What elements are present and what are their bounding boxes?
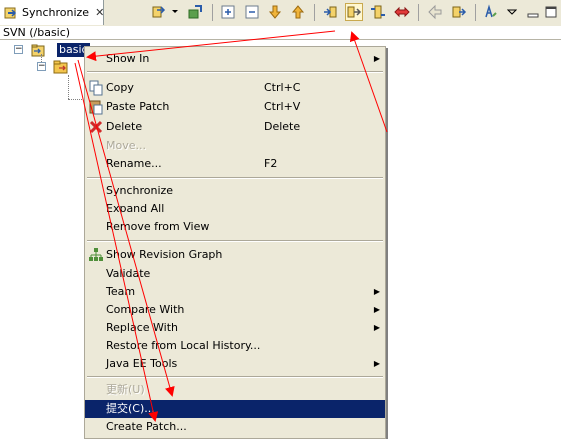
- submenu-arrow-icon: ▶: [373, 359, 380, 368]
- divider: [0, 39, 561, 40]
- menu-item-move: Move...: [106, 139, 146, 152]
- menu-separator: [87, 177, 383, 179]
- tab-label: Synchronize: [22, 6, 90, 19]
- forward-icon[interactable]: [451, 4, 467, 20]
- toolbar-separator: [212, 4, 213, 21]
- synchronize-icon: [4, 6, 18, 20]
- repository-path-label: SVN (/basic): [0, 26, 561, 40]
- next-change-icon[interactable]: [267, 4, 283, 20]
- minimize-icon[interactable]: [525, 4, 541, 20]
- menu-item-create-patch[interactable]: Create Patch...: [85, 418, 385, 436]
- outgoing-mode-icon[interactable]: [345, 3, 363, 21]
- toolbar-separator: [314, 4, 315, 21]
- expand-all-icon[interactable]: [220, 4, 236, 20]
- project-outgoing-icon: [30, 42, 46, 58]
- back-icon[interactable]: [427, 4, 443, 20]
- menu-item-remove-from-view[interactable]: Remove from View: [85, 218, 385, 236]
- folder-outgoing-icon: [53, 59, 69, 75]
- pin-icon[interactable]: [187, 4, 203, 20]
- menu-item-update: 更新(U): [106, 383, 145, 396]
- submenu-arrow-icon: ▶: [373, 54, 380, 63]
- delete-icon: [88, 119, 104, 135]
- tree-guide: [68, 99, 82, 100]
- close-icon[interactable]: ✕: [95, 6, 104, 19]
- conflicts-mode-icon[interactable]: [394, 4, 410, 20]
- collapse-toggle-icon[interactable]: −: [37, 62, 46, 71]
- menu-separator: [87, 71, 383, 73]
- show-annotations-icon[interactable]: [483, 4, 499, 20]
- menu-item-commit[interactable]: 提交(C)...: [85, 400, 385, 418]
- menu-item-restore-from-local-history[interactable]: Restore from Local History...: [85, 337, 385, 355]
- submenu-arrow-icon: ▶: [373, 323, 380, 332]
- collapse-all-icon[interactable]: [244, 4, 260, 20]
- context-menu: Show In ▶ Copy Ctrl+C Paste Patch Ctrl+V…: [84, 46, 386, 439]
- previous-change-icon[interactable]: [290, 4, 306, 20]
- menu-item-copy[interactable]: Copy Ctrl+C: [85, 79, 385, 97]
- tab-synchronize[interactable]: Synchronize ✕: [0, 0, 104, 25]
- chevron-down-icon[interactable]: [170, 4, 179, 20]
- menu-separator: [87, 376, 383, 378]
- submenu-arrow-icon: ▶: [373, 287, 380, 296]
- synchronize-dropdown-icon[interactable]: [151, 4, 167, 20]
- menu-item-validate[interactable]: Validate: [85, 265, 385, 283]
- submenu-arrow-icon: ▶: [373, 305, 380, 314]
- paste-icon: [88, 99, 104, 115]
- menu-item-team[interactable]: Team ▶: [85, 283, 385, 301]
- menu-item-show-revision-graph[interactable]: Show Revision Graph: [85, 246, 385, 264]
- copy-icon: [88, 80, 104, 96]
- revision-graph-icon: [88, 247, 104, 263]
- view-menu-icon[interactable]: [506, 4, 518, 20]
- menu-item-compare-with[interactable]: Compare With ▶: [85, 301, 385, 319]
- menu-item-delete[interactable]: Delete Delete: [85, 118, 385, 136]
- menu-item-rename[interactable]: Rename... F2: [85, 155, 385, 173]
- tree-guide: [68, 75, 69, 99]
- menu-item-java-ee-tools[interactable]: Java EE Tools ▶: [85, 355, 385, 373]
- collapse-toggle-icon[interactable]: −: [14, 45, 23, 54]
- view-toolbar: Synchronize ✕: [0, 0, 561, 27]
- menu-item-paste-patch[interactable]: Paste Patch Ctrl+V: [85, 98, 385, 116]
- menu-separator: [87, 240, 383, 242]
- menu-item-show-in[interactable]: Show In ▶: [85, 50, 385, 68]
- menu-item-synchronize[interactable]: Synchronize: [85, 182, 385, 200]
- toolbar-separator: [475, 4, 476, 21]
- menu-item-expand-all[interactable]: Expand All: [85, 200, 385, 218]
- incoming-mode-icon[interactable]: [322, 4, 338, 20]
- incoming-outgoing-mode-icon[interactable]: [370, 4, 386, 20]
- maximize-icon[interactable]: [543, 4, 559, 20]
- menu-item-replace-with[interactable]: Replace With ▶: [85, 319, 385, 337]
- toolbar-separator: [418, 4, 419, 21]
